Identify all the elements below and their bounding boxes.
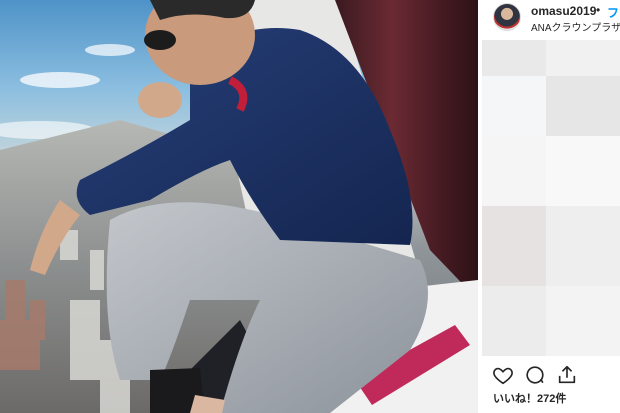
photo-illustration	[0, 0, 478, 413]
post-sidebar: omasu2019 • フ ANAクラウンプラザ いいね！272件	[478, 0, 620, 413]
heart-icon[interactable]	[492, 364, 514, 386]
share-icon[interactable]	[556, 364, 578, 386]
comment-icon[interactable]	[524, 364, 546, 386]
separator-dot: •	[596, 3, 601, 17]
like-count[interactable]: いいね！272件	[493, 390, 566, 406]
location-link[interactable]: ANAクラウンプラザ	[531, 19, 620, 34]
avatar[interactable]	[493, 3, 521, 31]
blurred-comments-area	[482, 40, 620, 356]
username-link[interactable]: omasu2019	[531, 4, 596, 18]
post-photo	[0, 0, 478, 413]
post-actions	[478, 360, 620, 386]
post-header: omasu2019 • フ ANAクラウンプラザ	[478, 0, 620, 38]
